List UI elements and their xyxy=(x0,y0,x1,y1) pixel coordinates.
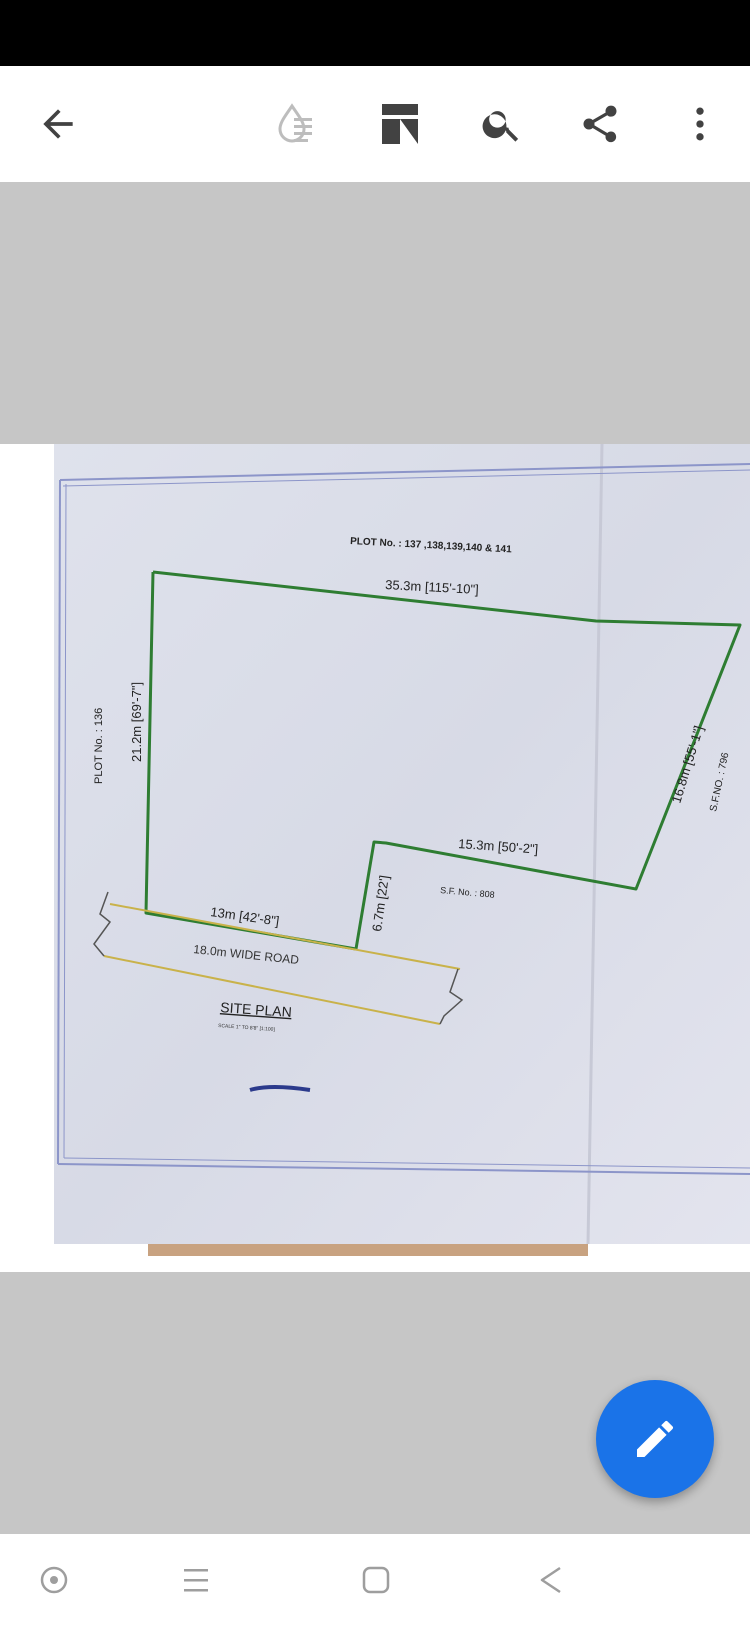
page-layout-button[interactable] xyxy=(366,90,434,158)
system-back-button[interactable] xyxy=(524,1552,580,1608)
back-arrow-icon xyxy=(43,109,73,139)
left-dimension: 21.2m [69'-7"] xyxy=(129,682,144,762)
left-plot-label: PLOT No. : 136 xyxy=(93,708,105,784)
site-plan-photo: PLOT No. : 137 ,138,139,140 & 141 35.3m … xyxy=(0,444,750,1272)
assistant-button[interactable] xyxy=(26,1552,82,1608)
system-nav-bar xyxy=(0,1534,750,1626)
page-layout-icon xyxy=(382,104,418,144)
search-icon xyxy=(482,111,519,142)
recent-apps-icon xyxy=(184,1569,208,1592)
share-icon xyxy=(583,105,617,143)
recent-apps-button[interactable] xyxy=(168,1552,224,1608)
share-button[interactable] xyxy=(566,90,634,158)
back-triangle-icon xyxy=(540,1566,561,1594)
status-bar xyxy=(0,0,750,66)
more-options-button[interactable] xyxy=(666,90,734,158)
edit-fab-button[interactable] xyxy=(596,1380,714,1498)
document-page: PLOT No. : 137 ,138,139,140 & 141 35.3m … xyxy=(0,444,750,1272)
back-button[interactable] xyxy=(24,90,92,158)
home-button[interactable] xyxy=(348,1552,404,1608)
search-button[interactable] xyxy=(468,90,536,158)
more-vert-icon xyxy=(696,107,704,141)
app-bar xyxy=(0,66,750,182)
home-square-icon xyxy=(362,1566,390,1594)
document-viewer[interactable]: PLOT No. : 137 ,138,139,140 & 141 35.3m … xyxy=(0,182,750,1534)
ink-drop-icon xyxy=(278,103,312,143)
ink-mode-button[interactable] xyxy=(264,90,332,158)
assistant-circle-icon xyxy=(40,1566,68,1594)
edit-pencil-icon xyxy=(637,1421,673,1457)
